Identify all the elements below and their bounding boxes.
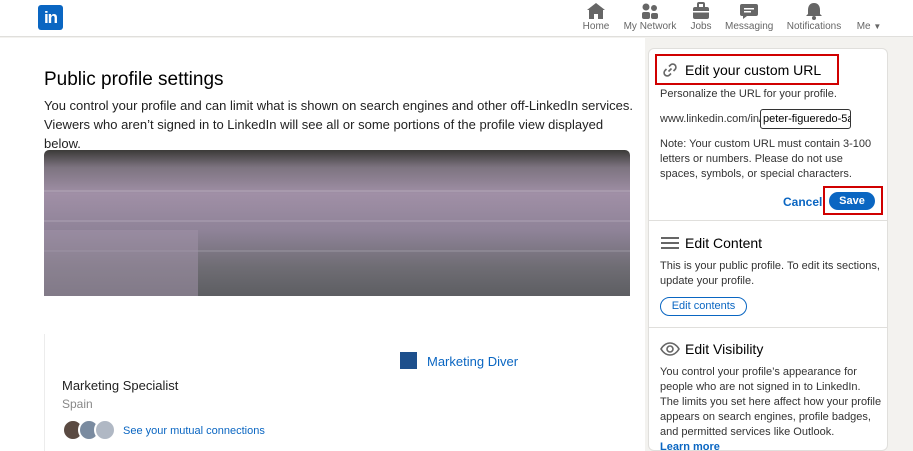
section-divider	[649, 327, 887, 328]
nav-me-row: Me ▼	[852, 21, 886, 32]
custom-url-title: Edit your custom URL	[685, 62, 822, 78]
custom-url-prefix: www.linkedin.com/in/	[660, 113, 763, 125]
custom-url-intro: Personalize the URL for your profile.	[660, 88, 837, 100]
blurred-profile-photo	[44, 230, 198, 296]
nav-notifications-label: Notifications	[786, 21, 842, 32]
page-title: Public profile settings	[44, 69, 224, 90]
edit-visibility-title: Edit Visibility	[685, 341, 764, 357]
linkedin-logo[interactable]: in	[38, 5, 63, 30]
nav-home-label: Home	[582, 21, 610, 32]
nav-jobs-label: Jobs	[690, 21, 712, 32]
mutual-avatars	[62, 419, 118, 441]
nav-me-label: Me	[856, 21, 871, 32]
page-description: You control your profile and can limit w…	[44, 98, 633, 151]
nav-messaging[interactable]: Messaging	[725, 2, 773, 34]
nav-notifications[interactable]: Notifications	[786, 2, 842, 34]
save-button[interactable]: Save	[829, 192, 875, 210]
section-divider	[649, 220, 887, 221]
avatar	[94, 419, 116, 441]
profile-headline: Marketing Specialist	[62, 378, 179, 393]
chevron-down-icon: ▼	[873, 22, 882, 31]
network-icon	[642, 3, 658, 19]
edit-contents-button[interactable]: Edit contents	[660, 297, 747, 316]
edit-content-text: This is your public profile. To edit its…	[660, 260, 880, 287]
cancel-button[interactable]: Cancel	[783, 195, 822, 209]
custom-url-note: Note: Your custom URL must contain 3-100…	[660, 138, 872, 180]
top-navigation: in Home My Network Jobs Messaging Notifi…	[0, 0, 913, 37]
briefcase-icon	[693, 2, 709, 19]
learn-more-link[interactable]: Learn more	[660, 441, 720, 451]
eye-icon	[660, 342, 680, 356]
company-link[interactable]: Marketing Diver	[427, 354, 518, 369]
edit-content-title: Edit Content	[685, 235, 763, 251]
nav-my-network[interactable]: My Network	[622, 2, 678, 34]
mutual-connections-link[interactable]: See your mutual connections	[123, 425, 265, 437]
edit-visibility-text: You control your profile’s appearance fo…	[660, 366, 882, 438]
nav-my-network-label: My Network	[623, 21, 677, 32]
home-icon	[587, 3, 605, 19]
custom-url-input[interactable]: peter-figueredo-5a	[760, 109, 851, 129]
nav-messaging-label: Messaging	[725, 21, 774, 32]
profile-location: Spain	[62, 397, 93, 411]
messaging-icon	[740, 4, 758, 19]
nav-me[interactable]: Me ▼	[852, 2, 886, 34]
nav-home[interactable]: Home	[580, 2, 612, 34]
link-icon	[663, 63, 677, 77]
company-logo	[400, 352, 417, 369]
nav-jobs[interactable]: Jobs	[686, 2, 716, 34]
bell-icon	[806, 3, 822, 20]
profile-banner-image	[44, 150, 630, 296]
list-icon	[661, 237, 679, 249]
